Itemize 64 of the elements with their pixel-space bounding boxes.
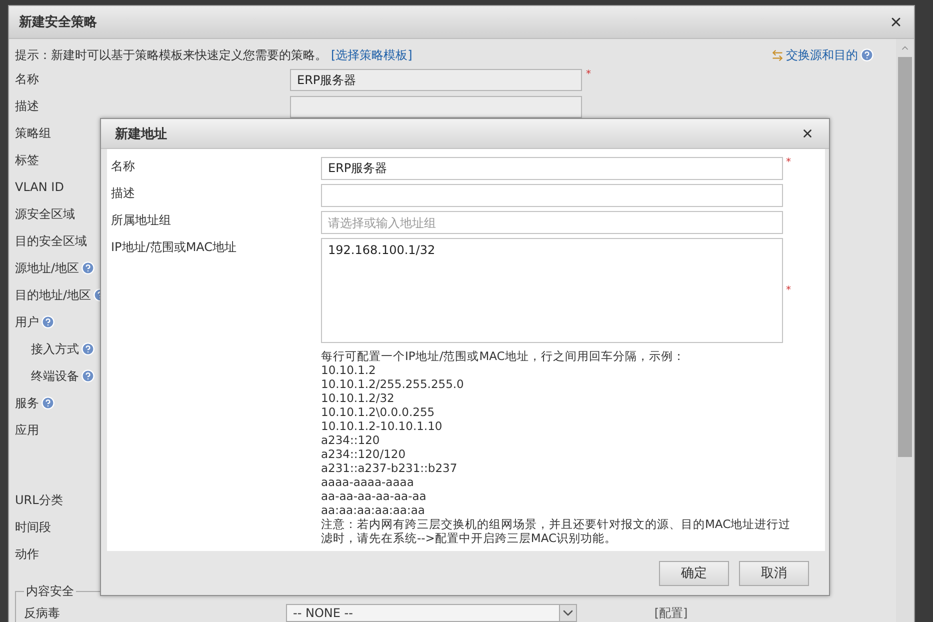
- example-text: 10.10.1.2/32: [321, 391, 396, 405]
- example-text: 10.10.1.2/255.255.255.0: [321, 377, 465, 391]
- example-text: 10.10.1.2-10.10.1.10: [321, 419, 444, 433]
- example-text: aa:aa:aa:aa:aa:aa: [321, 503, 426, 517]
- help-icon[interactable]: [81, 369, 95, 383]
- address-textarea[interactable]: 192.168.100.1/32: [321, 238, 783, 343]
- field-label: 策略组: [15, 125, 51, 142]
- swap-icon: [771, 48, 784, 62]
- text-field[interactable]: ERP服务器: [290, 69, 582, 91]
- example-text: a234::120/120: [321, 447, 407, 461]
- field-label: 接入方式: [31, 341, 79, 358]
- field-label: 源安全区域: [15, 206, 75, 223]
- close-icon: [889, 15, 903, 29]
- field-label: 应用: [15, 422, 39, 439]
- field-label: VLAN ID: [15, 179, 64, 196]
- cancel-button[interactable]: 取消: [739, 560, 809, 586]
- dialog-title: 新建地址: [115, 126, 167, 142]
- field-label: 用户: [15, 314, 39, 331]
- example-text: aa-aa-aa-aa-aa-aa: [321, 489, 428, 503]
- field-label: 名称: [15, 71, 39, 88]
- field-label: IP地址/范围或MAC地址: [111, 239, 238, 256]
- hint-text: 提示：新建时可以基于策略模板来快速定义您需要的策略。 [选择策略模板]: [15, 46, 412, 64]
- field-label: 所属地址组: [111, 212, 172, 229]
- example-text: 10.10.1.2\0.0.0.255: [321, 405, 436, 419]
- select-field[interactable]: -- NONE --: [286, 604, 577, 622]
- field-label: 目的地址/地区: [15, 287, 92, 304]
- scrollbar[interactable]: [896, 39, 914, 622]
- swap-link[interactable]: 交换源和目的: [771, 46, 874, 64]
- field-label: 终端设备: [31, 368, 79, 385]
- field-label: 反病毒: [24, 604, 61, 622]
- help-text: 每行可配置一个IP地址/范围或MAC地址，行之间用回车分隔，示例：: [321, 349, 686, 363]
- template-link[interactable]: [选择策略模板]: [331, 48, 412, 62]
- close-icon: [800, 127, 814, 140]
- help-icon[interactable]: [81, 261, 96, 275]
- ok-button[interactable]: 确定: [659, 560, 729, 586]
- example-text: 10.10.1.2: [321, 363, 377, 377]
- field-label: 服务: [15, 395, 39, 412]
- example-text: a234::120: [321, 433, 381, 447]
- required-mark: *: [785, 157, 792, 168]
- field-label: 名称: [111, 158, 136, 175]
- text-field[interactable]: ERP服务器: [321, 157, 783, 180]
- text-field[interactable]: [321, 184, 783, 207]
- help-icon[interactable]: [41, 396, 55, 410]
- field-label: 目的安全区域: [15, 233, 87, 250]
- required-mark: *: [586, 69, 591, 80]
- text-field[interactable]: 请选择或输入地址组: [321, 211, 783, 234]
- field-label: 描述: [111, 185, 136, 202]
- text-field[interactable]: [290, 96, 582, 118]
- field-label: 动作: [15, 546, 39, 563]
- help-icon[interactable]: [41, 315, 55, 329]
- field-label: 标签: [15, 152, 39, 169]
- field-label: 时间段: [15, 519, 51, 536]
- config-link[interactable]: [配置]: [654, 604, 759, 622]
- dialog-title: 新建安全策略: [19, 14, 97, 31]
- help-icon: [860, 48, 874, 62]
- field-label: 描述: [15, 98, 39, 115]
- example-text: a231::a237-b231::b237: [321, 461, 458, 475]
- help-icon[interactable]: [81, 342, 95, 356]
- example-text: aaaa-aaaa-aaaa: [321, 475, 415, 489]
- group-legend: 内容安全: [24, 583, 76, 600]
- note-text: 注意：若内网有跨三层交换机的组网场景，并且还要针对报文的源、目的MAC地址进行过滤时，请先在系统-->配置中开启跨三层MAC识别功能。: [321, 517, 792, 545]
- field-label: 源地址/地区: [15, 260, 80, 277]
- required-mark: *: [785, 285, 792, 296]
- field-label: URL分类: [15, 492, 63, 509]
